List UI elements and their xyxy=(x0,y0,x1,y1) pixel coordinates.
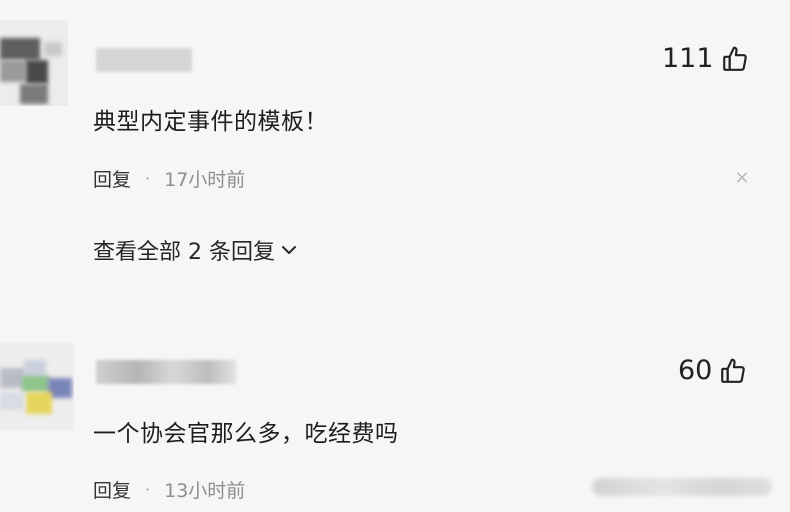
comment-time: 17小时前 xyxy=(164,169,246,191)
thumbs-up-icon xyxy=(721,358,746,383)
meta-separator: · xyxy=(145,169,151,188)
view-all-label: 查看全部 2 条回复 xyxy=(93,240,275,265)
like-button[interactable]: 111 xyxy=(662,43,748,74)
watermark xyxy=(592,478,772,496)
meta-separator: · xyxy=(145,480,151,499)
username[interactable] xyxy=(96,360,236,384)
reply-button[interactable]: 回复 xyxy=(93,476,131,503)
reply-button[interactable]: 回复 xyxy=(93,165,131,192)
view-all-replies-button[interactable]: 查看全部 2 条回复 xyxy=(93,234,297,266)
comment-time: 13小时前 xyxy=(164,480,246,502)
comment-text: 典型内定事件的模板！ xyxy=(93,109,328,135)
avatar[interactable] xyxy=(0,342,74,430)
like-button[interactable]: 60 xyxy=(678,355,746,386)
like-count: 60 xyxy=(678,355,713,386)
comment-meta: 回复 · 17小时前 xyxy=(93,165,245,192)
comment-text: 一个协会官那么多，吃经费吗 xyxy=(93,421,399,447)
like-count: 111 xyxy=(662,43,714,74)
close-icon[interactable]: × xyxy=(734,169,750,187)
comment-item: 111 典型内定事件的模板！ 回复 · 17小时前 × 查看全部 2 条回复 xyxy=(0,0,790,300)
comment-meta: 回复 · 13小时前 xyxy=(93,476,245,503)
thumbs-up-icon xyxy=(722,46,747,71)
chevron-down-icon xyxy=(281,246,296,254)
username[interactable] xyxy=(96,48,192,72)
avatar[interactable] xyxy=(0,20,68,106)
